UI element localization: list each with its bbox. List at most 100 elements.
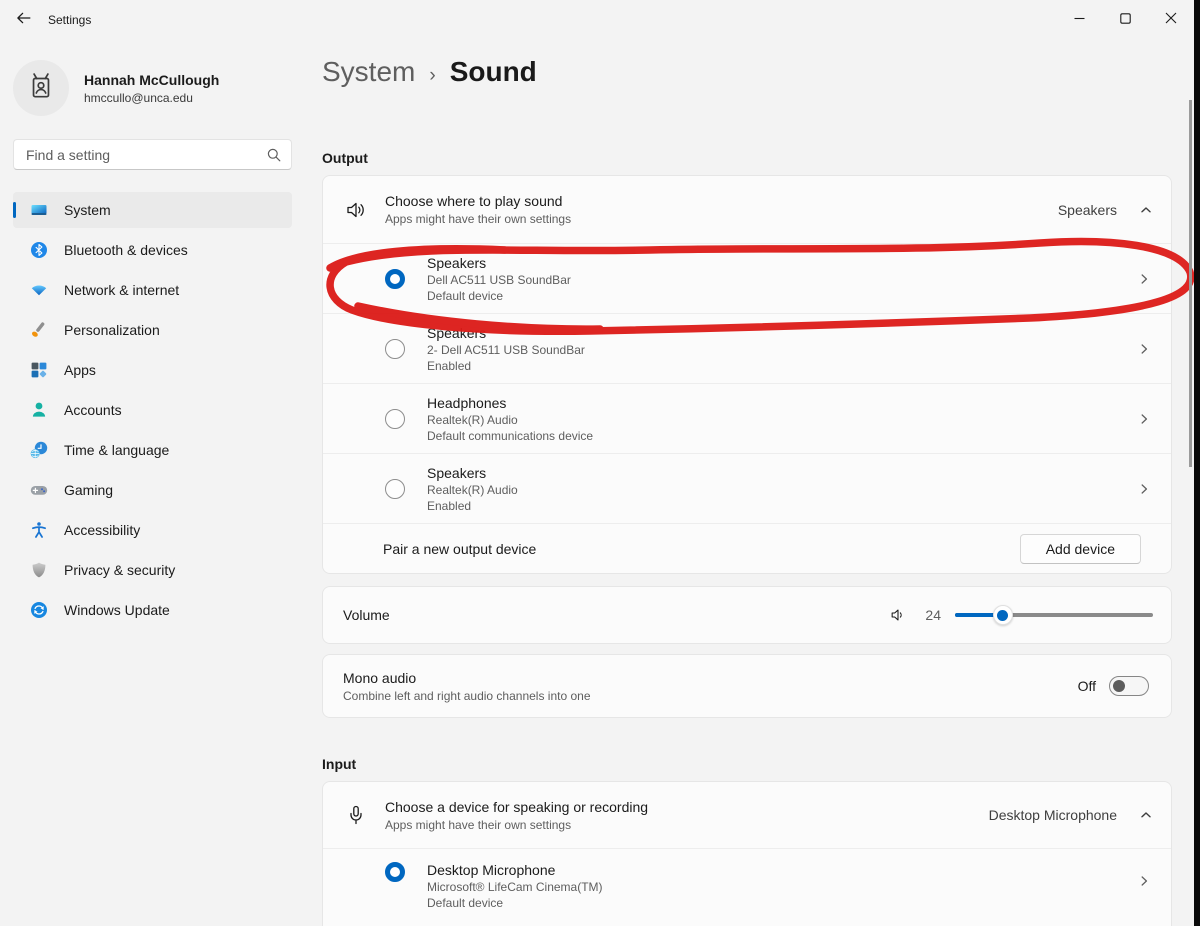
sidebar-item-accounts[interactable]: Accounts [13, 392, 292, 428]
speaker-icon [345, 199, 367, 221]
mono-toggle-state-label: Off [1078, 678, 1096, 694]
user-meta: Hannah McCullough hmccullo@unca.edu [84, 72, 219, 105]
volume-low-icon [889, 606, 907, 624]
add-device-button[interactable]: Add device [1020, 534, 1141, 564]
pair-device-row: Pair a new output device Add device [323, 523, 1171, 573]
radio-unselected[interactable] [385, 409, 405, 429]
device-text: Speakers Dell AC511 USB SoundBar Default… [427, 255, 1137, 303]
accessibility-icon [30, 521, 48, 539]
output-device-row-speakers-2-dell[interactable]: Speakers 2- Dell AC511 USB SoundBar Enab… [323, 313, 1171, 383]
sidebar-item-personalization[interactable]: Personalization [13, 312, 292, 348]
chevron-right-icon [1137, 412, 1151, 426]
device-name: Headphones [427, 395, 1137, 411]
output-chooser-title: Choose where to play sound [385, 193, 1058, 209]
mono-audio-title: Mono audio [343, 670, 1078, 686]
output-device-row-speakers-dell[interactable]: Speakers Dell AC511 USB SoundBar Default… [323, 243, 1171, 313]
selected-indicator [13, 202, 16, 218]
toggle-thumb [1113, 680, 1125, 692]
sidebar-item-accessibility[interactable]: Accessibility [13, 512, 292, 548]
search-box [13, 139, 292, 170]
id-badge-icon [25, 70, 57, 107]
sidebar-item-windows-update[interactable]: Windows Update [13, 592, 292, 628]
sidebar-item-label: Privacy & security [64, 562, 175, 578]
volume-card: Volume 24 [322, 586, 1172, 644]
back-arrow-icon [15, 9, 33, 32]
sidebar-item-apps[interactable]: Apps [13, 352, 292, 388]
mono-audio-toggle[interactable] [1109, 676, 1149, 696]
sidebar-item-label: Personalization [64, 322, 160, 338]
apps-icon [30, 361, 48, 379]
breadcrumb-system[interactable]: System [322, 56, 415, 88]
sidebar-item-label: Time & language [64, 442, 169, 458]
system-icon [30, 201, 48, 219]
device-status: Default communications device [427, 429, 1137, 443]
close-icon [1165, 11, 1177, 29]
input-chooser-row[interactable]: Choose a device for speaking or recordin… [323, 782, 1171, 848]
device-name: Speakers [427, 465, 1137, 481]
input-chooser-subtitle: Apps might have their own settings [385, 818, 989, 832]
chevron-right-icon [1137, 342, 1151, 356]
breadcrumb: System › Sound [322, 56, 1172, 88]
sidebar-item-label: System [64, 202, 111, 218]
sidebar-nav: System Bluetooth & devices Network & int… [13, 192, 292, 628]
sidebar-item-privacy-security[interactable]: Privacy & security [13, 552, 292, 588]
output-device-row-headphones[interactable]: Headphones Realtek(R) Audio Default comm… [323, 383, 1171, 453]
output-section-label: Output [322, 150, 1172, 166]
avatar [13, 60, 69, 116]
radio-selected[interactable] [385, 862, 405, 882]
microphone-icon [345, 804, 367, 826]
radio-selected[interactable] [385, 269, 405, 289]
sidebar-item-label: Apps [64, 362, 96, 378]
back-button[interactable] [8, 6, 40, 34]
device-name: Desktop Microphone [427, 862, 1137, 878]
volume-label: Volume [343, 607, 889, 623]
sidebar-item-bluetooth-devices[interactable]: Bluetooth & devices [13, 232, 292, 268]
maximize-icon [1120, 11, 1131, 29]
maximize-button[interactable] [1102, 0, 1148, 40]
device-status: Enabled [427, 359, 1137, 373]
device-name: Speakers [427, 255, 1137, 271]
user-account-block[interactable]: Hannah McCullough hmccullo@unca.edu [13, 60, 308, 116]
volume-slider-thumb[interactable] [993, 605, 1013, 625]
output-device-row-speakers-realtek[interactable]: Speakers Realtek(R) Audio Enabled [323, 453, 1171, 523]
sidebar: Hannah McCullough hmccullo@unca.edu Syst… [0, 40, 308, 632]
scrollbar-thumb[interactable] [1189, 100, 1192, 467]
sidebar-item-label: Accessibility [64, 522, 140, 538]
chevron-right-icon [1137, 482, 1151, 496]
sidebar-item-time-language[interactable]: Time & language [13, 432, 292, 468]
user-email: hmccullo@unca.edu [84, 91, 219, 105]
search-input[interactable] [13, 139, 292, 170]
input-device-row-desktop-microphone[interactable]: Desktop Microphone Microsoft® LifeCam Ci… [323, 848, 1171, 926]
sidebar-item-system[interactable]: System [13, 192, 292, 228]
search-icon [266, 147, 282, 163]
minimize-icon [1074, 11, 1085, 29]
radio-unselected[interactable] [385, 339, 405, 359]
window-title: Settings [48, 13, 91, 27]
accounts-icon [30, 401, 48, 419]
device-text: Speakers Realtek(R) Audio Enabled [427, 465, 1137, 513]
minimize-button[interactable] [1056, 0, 1102, 40]
output-chooser-subtitle: Apps might have their own settings [385, 212, 1058, 226]
input-chooser-title: Choose a device for speaking or recordin… [385, 799, 989, 815]
output-chooser-text: Choose where to play sound Apps might ha… [385, 193, 1058, 226]
sidebar-item-label: Bluetooth & devices [64, 242, 188, 258]
device-status: Default device [427, 289, 1137, 303]
radio-unselected[interactable] [385, 479, 405, 499]
close-button[interactable] [1148, 0, 1194, 40]
device-text: Headphones Realtek(R) Audio Default comm… [427, 395, 1137, 443]
titlebar: Settings [0, 0, 1200, 40]
sidebar-item-label: Windows Update [64, 602, 170, 618]
mono-audio-text: Mono audio Combine left and right audio … [343, 670, 1078, 703]
sidebar-item-gaming[interactable]: Gaming [13, 472, 292, 508]
sidebar-item-network-internet[interactable]: Network & internet [13, 272, 292, 308]
network-icon [30, 281, 48, 299]
chevron-up-icon[interactable] [1139, 203, 1153, 217]
volume-slider[interactable] [955, 605, 1153, 625]
page-title: Sound [450, 56, 537, 88]
pair-device-label: Pair a new output device [383, 541, 1020, 557]
output-chooser-row[interactable]: Choose where to play sound Apps might ha… [323, 176, 1171, 243]
chevron-up-icon[interactable] [1139, 808, 1153, 822]
window-controls [1056, 0, 1194, 40]
chevron-right-icon [1137, 272, 1151, 286]
output-selected-value: Speakers [1058, 202, 1117, 218]
